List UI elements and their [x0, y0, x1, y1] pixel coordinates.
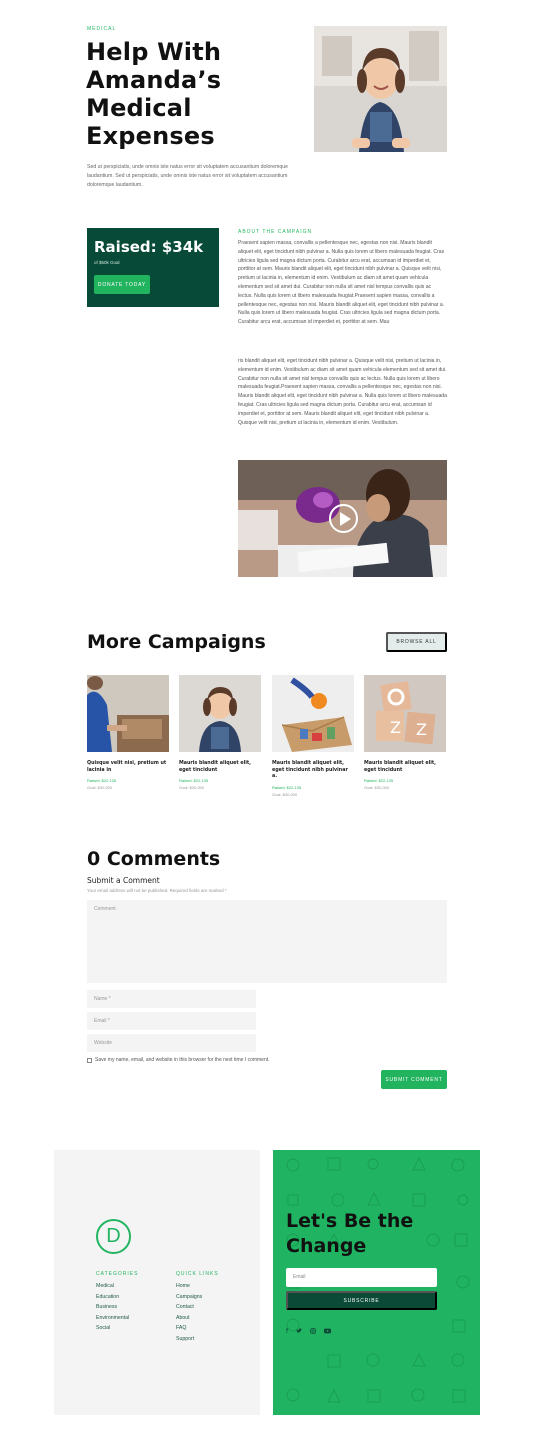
campaign-card-goal: Goal: $30,000: [272, 791, 298, 797]
twitter-icon[interactable]: [296, 1328, 303, 1336]
donate-button[interactable]: DONATE TODAY: [94, 275, 150, 294]
footer-link-education[interactable]: Education: [96, 1292, 129, 1303]
facebook-icon[interactable]: f: [286, 1328, 288, 1336]
campaign-card[interactable]: Mauris blandit aliquet elit, eget tincid…: [179, 675, 261, 790]
footer-link-campaigns[interactable]: Campaigns: [176, 1292, 202, 1303]
quicklinks-list: Home Campaigns Contact About FAQ Support: [176, 1281, 202, 1345]
categories-list: Medical Education Business Environmental…: [96, 1281, 129, 1334]
footer-link-about[interactable]: About: [176, 1313, 202, 1324]
campaign-card-title[interactable]: Mauris blandit aliquet elit, eget tincid…: [272, 761, 354, 781]
campaign-card-image: Z Z: [364, 675, 446, 752]
categories-title: CATEGORIES: [96, 1271, 139, 1277]
submit-comment-heading: Submit a Comment: [87, 876, 160, 885]
campaign-card-goal: Goal: $30,000: [179, 785, 205, 790]
footer-links-panel: D CATEGORIES Medical Education Business …: [54, 1150, 260, 1415]
campaign-card-image: [179, 675, 261, 752]
campaign-card-image: [87, 675, 169, 752]
campaign-card[interactable]: Mauris blandit aliquet elit, eget tincid…: [272, 675, 354, 797]
footer-link-business[interactable]: Business: [96, 1302, 129, 1313]
campaign-card-raised: Raised: $22,135: [272, 784, 302, 790]
instagram-icon[interactable]: [310, 1328, 316, 1336]
campaign-card-image: [272, 675, 354, 752]
browse-all-button[interactable]: BROWSE ALL: [386, 632, 447, 652]
name-field[interactable]: Name *: [87, 990, 256, 1008]
save-info-checkbox[interactable]: [87, 1057, 92, 1063]
hero-photo: [314, 26, 447, 152]
campaign-card-goal: Goal: $30,000: [364, 785, 390, 790]
page-title: Help With Amanda’s Medical Expenses: [86, 38, 222, 150]
subscribe-button[interactable]: SUBSCRIBE: [286, 1291, 437, 1310]
comments-title: 0 Comments: [87, 848, 221, 870]
save-info-row: Save my name, email, and website in this…: [87, 1057, 270, 1063]
raised-box: Raised: $34k of $50k Goal DONATE TODAY: [87, 228, 219, 307]
footer-link-faq[interactable]: FAQ: [176, 1323, 202, 1334]
play-icon[interactable]: [329, 504, 358, 533]
comment-note: Your email address will not be published…: [87, 888, 227, 893]
submit-comment-button[interactable]: SUBMIT COMMENT: [381, 1070, 447, 1089]
campaign-card[interactable]: Quisque velit nisi, pretium ut lacinia i…: [87, 675, 169, 790]
campaign-card-title[interactable]: Mauris blandit aliquet elit, eget tincid…: [179, 761, 261, 774]
newsletter-email-input[interactable]: Email: [286, 1268, 437, 1287]
campaign-video[interactable]: [238, 460, 447, 577]
footer-link-home[interactable]: Home: [176, 1281, 202, 1292]
more-campaigns-title: More Campaigns: [87, 631, 266, 653]
footer-link-support[interactable]: Support: [176, 1334, 202, 1345]
campaign-card-goal: Goal: $30,000: [87, 785, 113, 790]
youtube-icon[interactable]: [324, 1328, 332, 1336]
cta-title: Let's Be the Change: [286, 1210, 414, 1257]
logo-icon[interactable]: D: [96, 1219, 131, 1254]
campaign-card-raised: Raised: $22,135: [364, 778, 394, 783]
newsletter-panel: Let's Be the Change Email SUBSCRIBE f: [273, 1150, 480, 1415]
about-heading: ABOUT THE CAMPAIGN: [238, 229, 313, 235]
campaign-card-raised: Raised: $22,135: [179, 778, 209, 783]
svg-text:Z: Z: [390, 718, 401, 737]
hero-description: Sed ut perspiciatis, unde omnis iste nat…: [87, 164, 288, 188]
quicklinks-title: QUICK LINKS: [176, 1271, 219, 1277]
comment-textarea[interactable]: Comment: [87, 900, 447, 983]
campaign-card-raised: Raised: $22,135: [87, 778, 117, 783]
footer-link-social[interactable]: Social: [96, 1323, 129, 1334]
campaign-card-title[interactable]: Quisque velit nisi, pretium ut lacinia i…: [87, 761, 169, 774]
email-field[interactable]: Email *: [87, 1012, 256, 1030]
about-paragraph-1: Praesent sapien massa, convallis a pelle…: [238, 240, 445, 326]
footer-link-medical[interactable]: Medical: [96, 1281, 129, 1292]
footer-link-environmental[interactable]: Environmental: [96, 1313, 129, 1324]
campaign-card-title[interactable]: Mauris blandit aliquet elit, eget tincid…: [364, 761, 446, 774]
raised-amount: Raised: $34k: [94, 238, 204, 256]
goal-label: of $50k Goal: [94, 260, 120, 265]
website-field[interactable]: Website: [87, 1034, 256, 1052]
hero-eyebrow: MEDICAL: [87, 26, 117, 32]
campaign-card[interactable]: Z Z Mauris blandit aliquet elit, eget ti…: [364, 675, 446, 790]
save-info-label: Save my name, email, and website in this…: [95, 1057, 270, 1063]
footer-link-contact[interactable]: Contact: [176, 1302, 202, 1313]
social-icons: f: [286, 1328, 332, 1336]
svg-text:Z: Z: [416, 720, 427, 739]
about-paragraph-2: ris blandit aliquet elit, eget tincidunt…: [238, 358, 447, 426]
